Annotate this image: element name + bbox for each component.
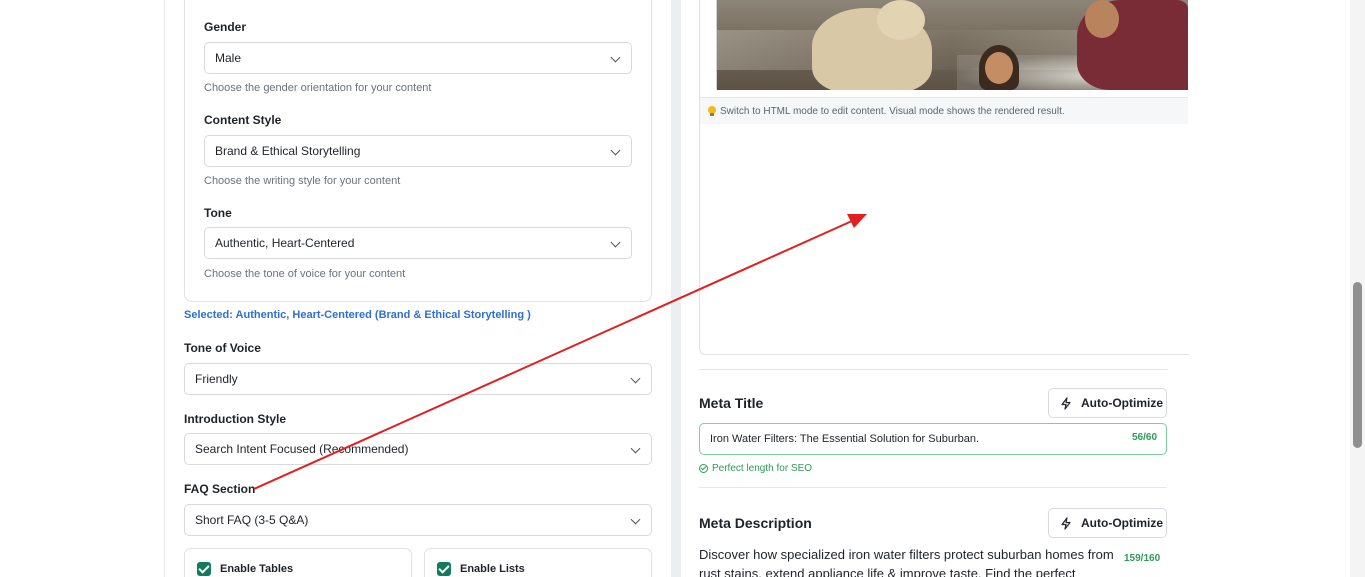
gender-value: Male: [215, 51, 242, 65]
content-style-select[interactable]: Brand & Ethical Storytelling: [204, 135, 632, 167]
tone-label: Tone: [204, 206, 232, 220]
meta-title-status-text: Perfect length for SEO: [712, 463, 813, 474]
image-frame: [706, 0, 717, 90]
divider: [699, 487, 1167, 488]
chevron-down-icon: [630, 443, 641, 454]
meta-description-text[interactable]: Discover how specialized iron water filt…: [699, 545, 1114, 577]
chevron-down-icon: [630, 514, 641, 525]
lightning-icon: [1061, 397, 1071, 410]
meta-title-auto-optimize-label: Auto-Optimize: [1081, 396, 1163, 410]
tone-of-voice-value: Friendly: [195, 372, 238, 386]
meta-title-status: Perfect length for SEO: [699, 463, 812, 474]
meta-title-heading: Meta Title: [699, 395, 764, 411]
chevron-down-icon: [610, 237, 621, 248]
tone-help: Choose the tone of voice for your conten…: [204, 268, 406, 280]
editor-hint: Switch to HTML mode to edit content. Vis…: [700, 97, 1188, 124]
panel-divider[interactable]: [671, 0, 681, 577]
enable-lists-checkbox[interactable]: [437, 562, 451, 576]
lightbulb-icon: [708, 106, 716, 116]
enable-lists-label: Enable Lists: [460, 563, 525, 575]
content-style-help: Choose the writing style for your conten…: [204, 175, 401, 187]
dog-head-shape: [877, 0, 925, 40]
enable-tables-checkbox[interactable]: [197, 562, 211, 576]
introduction-style-select[interactable]: Search Intent Focused (Recommended): [184, 433, 652, 465]
meta-title-input[interactable]: Iron Water Filters: The Essential Soluti…: [699, 423, 1167, 455]
selected-tone-summary: Selected: Authentic, Heart-Centered (Bra…: [184, 309, 531, 321]
tone-of-voice-label: Tone of Voice: [184, 341, 261, 355]
faq-section-value: Short FAQ (3-5 Q&A): [195, 513, 309, 527]
introduction-style-label: Introduction Style: [184, 412, 286, 426]
introduction-style-value: Search Intent Focused (Recommended): [195, 442, 409, 456]
editor-hint-text: Switch to HTML mode to edit content. Vis…: [720, 105, 1065, 117]
check-circle-icon: [699, 464, 708, 473]
enable-tables-option[interactable]: Enable Tables: [184, 548, 412, 577]
gender-help: Choose the gender orientation for your c…: [204, 82, 432, 94]
meta-title-auto-optimize-button[interactable]: Auto-Optimize: [1048, 388, 1167, 418]
chevron-down-icon: [610, 52, 621, 63]
content-style-value: Brand & Ethical Storytelling: [215, 144, 361, 158]
gender-label: Gender: [204, 20, 247, 34]
child-face-shape: [985, 52, 1013, 84]
meta-description-char-count: 159/160: [1124, 553, 1161, 564]
scrollbar-thumb[interactable]: [1353, 282, 1362, 448]
chevron-down-icon: [630, 373, 641, 384]
meta-description-auto-optimize-button[interactable]: Auto-Optimize: [1048, 508, 1167, 538]
child-face-shape: [1085, 0, 1119, 38]
gender-select[interactable]: Male: [204, 42, 632, 74]
divider: [699, 369, 1167, 370]
article-image: [717, 0, 1188, 90]
meta-description-heading: Meta Description: [699, 515, 812, 531]
meta-description-auto-optimize-label: Auto-Optimize: [1081, 516, 1163, 530]
content-style-label: Content Style: [204, 113, 282, 127]
meta-title-char-count: 56/60: [1132, 432, 1158, 443]
faq-section-label: FAQ Section: [184, 482, 256, 496]
tone-of-voice-select[interactable]: Friendly: [184, 363, 652, 395]
tone-select[interactable]: Authentic, Heart-Centered: [204, 227, 632, 259]
enable-tables-label: Enable Tables: [220, 563, 294, 575]
tone-value: Authentic, Heart-Centered: [215, 236, 355, 250]
lightning-icon: [1061, 517, 1071, 530]
chevron-down-icon: [610, 145, 621, 156]
meta-title-value: Iron Water Filters: The Essential Soluti…: [710, 433, 980, 445]
faq-section-select[interactable]: Short FAQ (3-5 Q&A): [184, 504, 652, 536]
enable-lists-option[interactable]: Enable Lists: [424, 548, 652, 577]
